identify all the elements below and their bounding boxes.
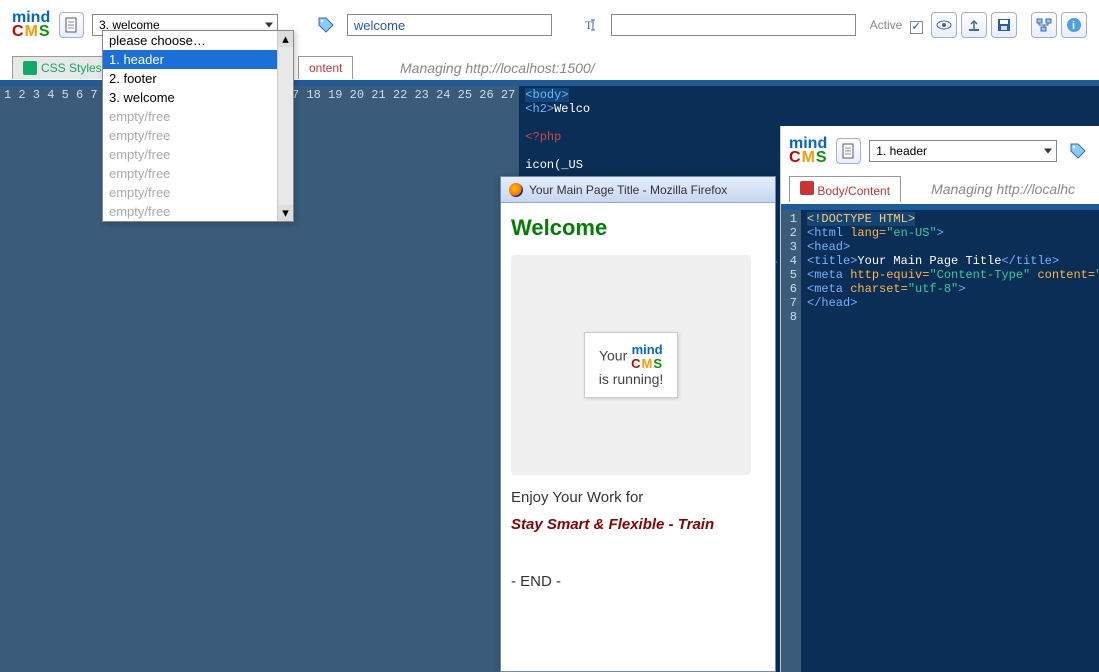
chevron-down-icon xyxy=(265,23,273,28)
dropdown-scrollbar[interactable]: ▴ ▾ xyxy=(277,31,293,221)
active-checkbox[interactable] xyxy=(910,21,923,34)
editor-topbar xyxy=(781,204,1099,210)
dropdown-item: empty/free xyxy=(103,126,293,145)
info-icon[interactable]: i xyxy=(1061,12,1087,38)
tab-css-label: CSS Styles xyxy=(41,61,102,75)
dropdown-item: empty/free xyxy=(103,183,293,202)
page-select-secondary[interactable]: 1. header xyxy=(869,140,1057,162)
tab-body-label: Body/Content xyxy=(817,184,890,198)
action-icons: i xyxy=(931,12,1087,38)
tag-icon xyxy=(314,12,339,38)
dropdown-item[interactable]: 3. welcome xyxy=(103,88,293,107)
body-icon xyxy=(800,181,814,195)
upload-icon[interactable] xyxy=(961,12,987,38)
page-select-dropdown[interactable]: please choose…1. header2. footer3. welco… xyxy=(102,30,294,222)
dropdown-item[interactable]: 1. header xyxy=(103,50,293,69)
chevron-down-icon xyxy=(1044,149,1052,154)
dropdown-item: empty/free xyxy=(103,164,293,183)
tag-icon xyxy=(1065,138,1091,164)
tab-body-content[interactable]: ontent xyxy=(298,56,353,79)
title-icon: T xyxy=(578,12,603,38)
firefox-titlebar[interactable]: Your Main Page Title - Mozilla Firefox xyxy=(501,177,775,203)
tab-css-styles[interactable]: CSS Styles xyxy=(12,56,113,79)
tree-icon[interactable] xyxy=(1031,12,1057,38)
illustration: Your mindCMS is running! xyxy=(511,255,751,475)
dropdown-item: empty/free xyxy=(103,145,293,164)
dropdown-item: empty/free xyxy=(103,107,293,126)
tab-body-label-partial: ontent xyxy=(309,61,342,75)
illustration-card: Your mindCMS is running! xyxy=(584,332,679,398)
line-gutter: 1 2 3 4 5 6 7 8 xyxy=(781,204,801,672)
page-icon[interactable] xyxy=(836,138,862,164)
end-marker: - END - xyxy=(511,573,765,590)
css-icon xyxy=(23,61,37,75)
firefox-title-text: Your Main Page Title - Mozilla Firefox xyxy=(529,183,727,197)
preview-icon[interactable] xyxy=(931,12,957,38)
firefox-icon xyxy=(509,183,523,197)
tab-body-content[interactable]: Body/Content xyxy=(789,176,901,202)
breadcrumb: Managing http://localhost:1500/ xyxy=(400,60,595,76)
tag-input[interactable] xyxy=(347,14,552,36)
code-area[interactable]: <!DOCTYPE HTML><html lang="en-US"><head>… xyxy=(801,204,1099,672)
dropdown-item[interactable]: 2. footer xyxy=(103,69,293,88)
paragraph-2: Stay Smart & Flexible - Train xyxy=(511,516,765,533)
scroll-down-icon[interactable]: ▾ xyxy=(278,205,293,221)
card-line2: is running! xyxy=(599,371,664,387)
logo: mind CMS xyxy=(12,11,51,39)
save-icon[interactable] xyxy=(991,12,1017,38)
page-select-secondary-value: 1. header xyxy=(876,144,927,158)
secondary-panel: mind CMS 1. header Body/Content Managing… xyxy=(780,126,1099,672)
secondary-tab-bar: Body/Content xyxy=(781,176,901,202)
code-editor-secondary[interactable]: 1 2 3 4 5 6 7 8 <!DOCTYPE HTML><html lan… xyxy=(781,204,1099,672)
card-line1: Your xyxy=(599,348,627,364)
secondary-toolbar: mind CMS 1. header xyxy=(781,126,1099,176)
title-input[interactable] xyxy=(611,14,855,36)
firefox-body: Welcome Your mindCMS is running! Enjoy Y… xyxy=(501,203,775,602)
paragraph-1: Enjoy Your Work for xyxy=(511,489,765,506)
scroll-up-icon[interactable]: ▴ xyxy=(278,31,293,47)
breadcrumb-secondary: Managing http://localhc xyxy=(931,181,1075,197)
svg-text:i: i xyxy=(1072,20,1075,32)
dropdown-item[interactable]: please choose… xyxy=(103,31,293,50)
firefox-window[interactable]: Your Main Page Title - Mozilla Firefox W… xyxy=(500,176,776,672)
active-label: Active xyxy=(870,18,903,32)
page-heading: Welcome xyxy=(511,215,765,241)
dropdown-item: empty/free xyxy=(103,202,293,221)
page-icon[interactable] xyxy=(59,12,84,38)
logo: mind CMS xyxy=(789,137,828,165)
tab-bar: CSS Styles xyxy=(12,56,113,79)
